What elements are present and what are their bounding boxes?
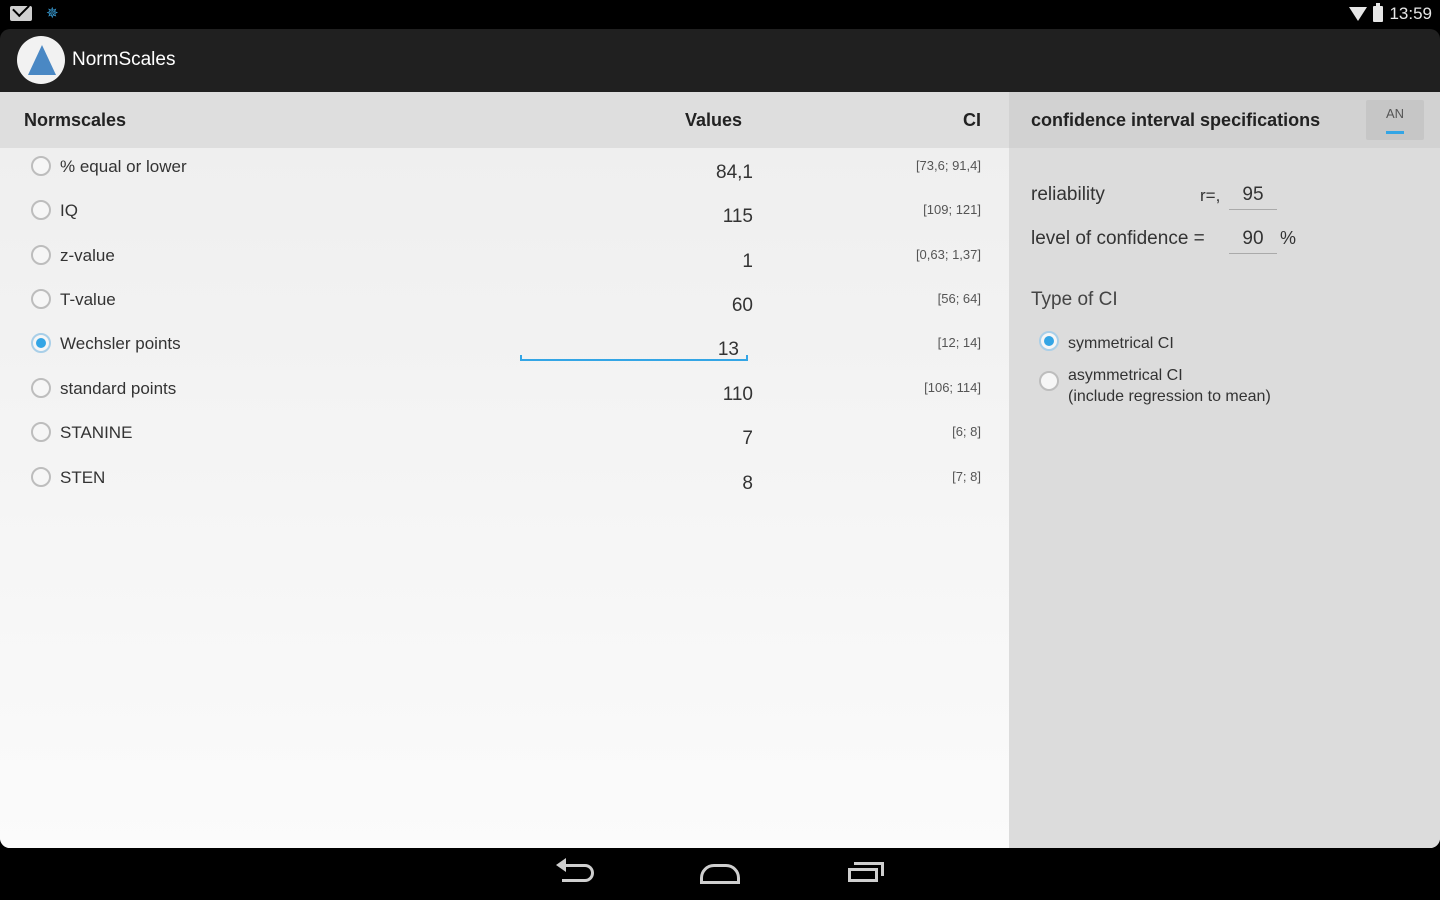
an-button-label: AN	[1385, 106, 1405, 121]
table-row[interactable]: T-value 60 [56; 64]	[0, 281, 1009, 325]
scale-value-field[interactable]: 8	[742, 473, 753, 495]
battery-icon	[1373, 3, 1384, 22]
table-row[interactable]: STANINE 7 [6; 8]	[0, 414, 1009, 458]
radio-button-selected[interactable]	[31, 333, 51, 353]
ci-value: [109; 121]	[923, 202, 981, 217]
ci-type-label: Type of CI	[1031, 289, 1118, 310]
system-icons: 13:59	[1349, 3, 1432, 24]
radio-button[interactable]	[31, 200, 51, 220]
radio-button[interactable]	[31, 467, 51, 487]
radio-button[interactable]	[31, 422, 51, 442]
input-underline	[520, 355, 748, 361]
ci-value: [56; 64]	[937, 291, 981, 306]
scale-label: Wechsler points	[60, 334, 181, 353]
ci-value: [6; 8]	[952, 424, 981, 439]
radio-button[interactable]	[31, 378, 51, 398]
app-notification-icon: ✵	[46, 5, 59, 22]
status-bar: ✵ 13:59	[0, 0, 1440, 29]
table-row[interactable]: STEN 8 [7; 8]	[0, 459, 1009, 503]
option-label-line1: asymmetrical CI	[1068, 367, 1183, 384]
recent-apps-icon[interactable]	[842, 858, 892, 890]
scale-label: T-value	[60, 290, 116, 309]
app-logo-icon[interactable]	[17, 36, 65, 84]
an-indicator	[1386, 131, 1404, 134]
scale-label: STEN	[60, 468, 106, 487]
radio-button[interactable]	[31, 289, 51, 309]
scale-label: z-value	[60, 246, 115, 265]
action-bar: NormScales	[0, 29, 1440, 92]
table-row[interactable]: % equal or lower 84,1 [73,6; 91,4]	[0, 148, 1009, 192]
confidence-input[interactable]: 90	[1229, 224, 1277, 254]
app-title: NormScales	[72, 49, 176, 70]
ci-specifications-panel: confidence interval specifications AN re…	[1009, 92, 1440, 848]
radio-button[interactable]	[31, 245, 51, 265]
table-header: Normscales Values CI	[0, 92, 1009, 148]
scale-value-field[interactable]: 110	[723, 384, 753, 406]
ci-value: [0,63; 1,37]	[915, 247, 981, 262]
option-label: symmetrical CI	[1068, 335, 1174, 352]
scale-value-field-active[interactable]: 13	[718, 339, 739, 361]
table-row[interactable]: standard points 110 [106; 114]	[0, 370, 1009, 414]
scale-value-field[interactable]: 1	[742, 251, 753, 273]
scale-label: IQ	[60, 201, 78, 220]
scale-label: STANINE	[60, 423, 133, 442]
ci-value: [12; 14]	[937, 335, 981, 350]
scale-value-field[interactable]: 84,1	[716, 162, 753, 184]
option-label: asymmetrical CI (include regression to m…	[1068, 365, 1271, 407]
clock: 13:59	[1389, 4, 1432, 23]
confidence-label: level of confidence =	[1031, 228, 1205, 249]
notification-icons: ✵	[10, 4, 59, 22]
radio-button[interactable]	[1039, 371, 1059, 391]
navigation-bar	[0, 848, 1440, 900]
ci-value: [106; 114]	[924, 380, 981, 395]
header-ci: CI	[963, 110, 981, 130]
r-label: r=,	[1200, 186, 1221, 205]
scale-value-field[interactable]: 60	[732, 295, 753, 317]
scale-value-field[interactable]: 7	[742, 428, 753, 450]
header-normscales: Normscales	[24, 110, 127, 130]
ci-panel-header: confidence interval specifications AN	[1009, 92, 1440, 148]
table-row[interactable]: IQ 115 [109; 121]	[0, 192, 1009, 236]
ci-value: [7; 8]	[952, 469, 981, 484]
option-asymmetrical-ci[interactable]: asymmetrical CI (include regression to m…	[1009, 360, 1440, 405]
scale-label: % equal or lower	[60, 157, 187, 176]
normscales-table: Normscales Values CI % equal or lower 84…	[0, 92, 1009, 848]
an-button[interactable]: AN	[1366, 100, 1424, 140]
header-values: Values	[685, 110, 743, 130]
reliability-label: reliability	[1031, 184, 1105, 205]
back-icon[interactable]	[552, 858, 602, 890]
home-icon[interactable]	[696, 858, 746, 890]
scale-label: standard points	[60, 379, 177, 398]
option-label-line2: (include regression to mean)	[1068, 388, 1271, 405]
radio-button-selected[interactable]	[1039, 331, 1059, 351]
ci-panel-title: confidence interval specifications	[1031, 110, 1321, 130]
table-row[interactable]: Wechsler points 13 [12; 14]	[0, 325, 1009, 369]
radio-button[interactable]	[31, 156, 51, 176]
main-content: Normscales Values CI % equal or lower 84…	[0, 92, 1440, 848]
ci-value: [73,6; 91,4]	[915, 158, 981, 173]
mail-icon	[10, 5, 32, 21]
percent-label: %	[1280, 228, 1297, 248]
wifi-icon	[1349, 7, 1368, 21]
scale-value-field[interactable]: 115	[723, 206, 753, 228]
reliability-input[interactable]: 95	[1229, 180, 1277, 210]
table-row[interactable]: z-value 1 [0,63; 1,37]	[0, 237, 1009, 281]
